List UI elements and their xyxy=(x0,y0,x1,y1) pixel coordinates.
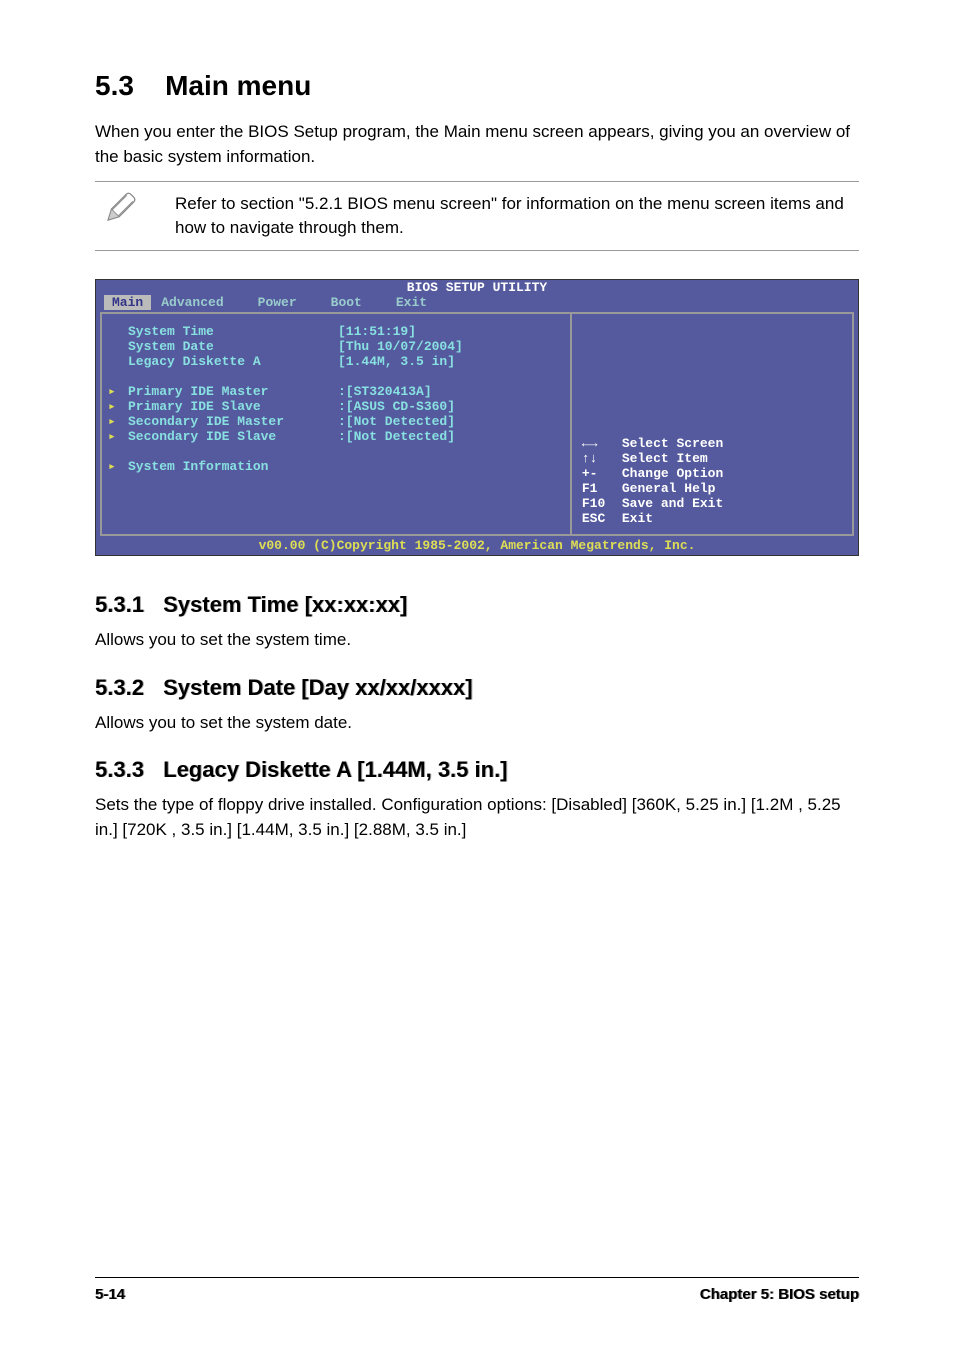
tab-boot[interactable]: Boot xyxy=(321,295,386,310)
subsection-num: 5.3.3 xyxy=(95,757,157,783)
bios-label: Primary IDE Slave xyxy=(128,399,338,414)
help-text: General Help xyxy=(622,481,716,496)
bios-row-diskette[interactable]: Legacy Diskette A [1.44M, 3.5 in] xyxy=(108,354,564,369)
help-key: F1 xyxy=(582,481,622,496)
help-row: F10Save and Exit xyxy=(582,496,846,511)
pencil-icon xyxy=(95,192,135,231)
bios-value: :[ASUS CD-S360] xyxy=(338,399,564,414)
spacer-icon xyxy=(108,354,128,369)
subsection-heading: 5.3.1 System Time [xx:xx:xx] xyxy=(95,592,859,618)
bios-label: System Date xyxy=(128,339,338,354)
help-row: +-Change Option xyxy=(582,466,846,481)
subsection-date: 5.3.2 System Date [Day xx/xx/xxxx] Allow… xyxy=(95,675,859,736)
help-key: +- xyxy=(582,466,622,481)
arrow-icon: ▸ xyxy=(108,414,128,429)
bios-label: System Time xyxy=(128,324,338,339)
subsection-heading: 5.3.2 System Date [Day xx/xx/xxxx] xyxy=(95,675,859,701)
help-row: ESCExit xyxy=(582,511,846,526)
subsection-num: 5.3.1 xyxy=(95,592,157,618)
subsection-body: Sets the type of floppy drive installed.… xyxy=(95,793,859,842)
bios-label: Secondary IDE Slave xyxy=(128,429,338,444)
help-text: Select Item xyxy=(622,451,708,466)
bios-row-date[interactable]: System Date [Thu 10/07/2004] xyxy=(108,339,564,354)
arrow-icon: ▸ xyxy=(108,399,128,414)
subsection-heading: 5.3.3 Legacy Diskette A [1.44M, 3.5 in.] xyxy=(95,757,859,783)
bios-label: Legacy Diskette A xyxy=(128,354,338,369)
subsection-time: 5.3.1 System Time [xx:xx:xx] Allows you … xyxy=(95,592,859,653)
chapter-label: Chapter 5: BIOS setup xyxy=(700,1286,859,1303)
section-intro: When you enter the BIOS Setup program, t… xyxy=(95,120,859,169)
subsection-body: Allows you to set the system date. xyxy=(95,711,859,736)
bios-tab-row: Main Advanced Power Boot Exit xyxy=(96,295,858,312)
note-box: Refer to section "5.2.1 BIOS menu screen… xyxy=(95,181,859,251)
section-title: Main menu xyxy=(165,70,311,101)
bios-title: BIOS SETUP UTILITY xyxy=(96,280,858,295)
bios-label: Primary IDE Master xyxy=(128,384,338,399)
section-heading: 5.3 Main menu xyxy=(95,70,859,102)
section-number: 5.3 xyxy=(95,70,134,101)
bios-value: [1.44M, 3.5 in] xyxy=(338,354,564,369)
subsection-title: Legacy Diskette A [1.44M, 3.5 in.] xyxy=(163,757,507,782)
bios-label: System Information xyxy=(128,459,338,474)
subsection-title: System Date [Day xx/xx/xxxx] xyxy=(163,675,472,700)
bios-row-pri-slave[interactable]: ▸ Primary IDE Slave :[ASUS CD-S360] xyxy=(108,399,564,414)
bios-label: Secondary IDE Master xyxy=(128,414,338,429)
help-key: ←→ xyxy=(582,436,622,451)
bios-value: [11:51:19] xyxy=(338,324,564,339)
tab-main[interactable]: Main xyxy=(104,295,151,310)
spacer xyxy=(108,369,564,384)
tab-power[interactable]: Power xyxy=(248,295,321,310)
help-text: Exit xyxy=(622,511,653,526)
help-text: Select Screen xyxy=(622,436,723,451)
help-key: ↑↓ xyxy=(582,451,622,466)
help-text: Change Option xyxy=(622,466,723,481)
arrow-icon: ▸ xyxy=(108,429,128,444)
subsection-body: Allows you to set the system time. xyxy=(95,628,859,653)
bios-row-sysinfo[interactable]: ▸ System Information xyxy=(108,459,564,474)
bios-row-time[interactable]: System Time [11:51:19] xyxy=(108,324,564,339)
spacer-icon xyxy=(108,324,128,339)
bios-value: [Thu 10/07/2004] xyxy=(338,339,564,354)
bios-body: System Time [11:51:19] System Date [Thu … xyxy=(100,312,854,536)
bios-help-legend: ←→Select Screen ↑↓Select Item +-Change O… xyxy=(582,436,846,526)
tab-advanced[interactable]: Advanced xyxy=(151,295,247,310)
tab-exit[interactable]: Exit xyxy=(386,295,451,310)
note-text: Refer to section "5.2.1 BIOS menu screen… xyxy=(175,192,859,240)
bios-row-sec-slave[interactable]: ▸ Secondary IDE Slave :[Not Detected] xyxy=(108,429,564,444)
bios-value: :[ST320413A] xyxy=(338,384,564,399)
bios-row-sec-master[interactable]: ▸ Secondary IDE Master :[Not Detected] xyxy=(108,414,564,429)
help-row: F1General Help xyxy=(582,481,846,496)
bios-value: :[Not Detected] xyxy=(338,414,564,429)
help-row: ↑↓Select Item xyxy=(582,451,846,466)
page-footer: 5-14 Chapter 5: BIOS setup xyxy=(95,1277,859,1303)
bios-value xyxy=(338,459,564,474)
arrow-icon: ▸ xyxy=(108,459,128,474)
subsection-title: System Time [xx:xx:xx] xyxy=(163,592,407,617)
bios-footer: v00.00 (C)Copyright 1985-2002, American … xyxy=(96,538,858,555)
bios-screen: BIOS SETUP UTILITY Main Advanced Power B… xyxy=(95,279,859,556)
help-key: F10 xyxy=(582,496,622,511)
subsection-diskette: 5.3.3 Legacy Diskette A [1.44M, 3.5 in.]… xyxy=(95,757,859,842)
page-number: 5-14 xyxy=(95,1286,125,1303)
help-text: Save and Exit xyxy=(622,496,723,511)
bios-right-panel: ←→Select Screen ↑↓Select Item +-Change O… xyxy=(572,314,852,534)
bios-row-pri-master[interactable]: ▸ Primary IDE Master :[ST320413A] xyxy=(108,384,564,399)
help-key: ESC xyxy=(582,511,622,526)
spacer-icon xyxy=(108,339,128,354)
spacer xyxy=(108,444,564,459)
subsection-num: 5.3.2 xyxy=(95,675,157,701)
bios-left-panel: System Time [11:51:19] System Date [Thu … xyxy=(102,314,572,534)
bios-value: :[Not Detected] xyxy=(338,429,564,444)
help-row: ←→Select Screen xyxy=(582,436,846,451)
arrow-icon: ▸ xyxy=(108,384,128,399)
